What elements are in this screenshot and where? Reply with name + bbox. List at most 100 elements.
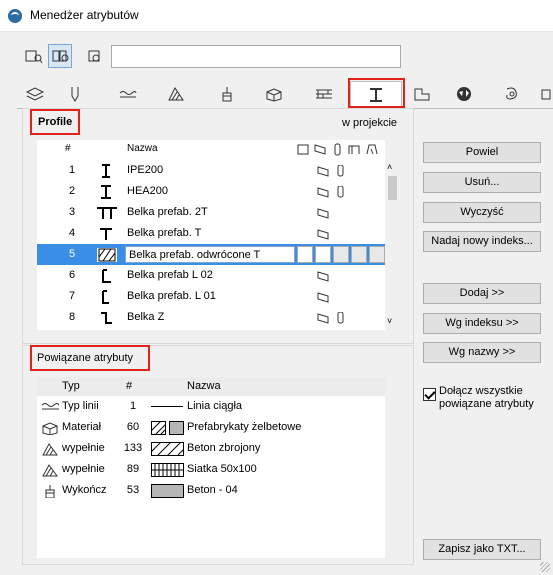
material-block-icon	[266, 88, 282, 102]
col-num: #	[126, 380, 133, 392]
view-mode-right-icon[interactable]	[80, 44, 104, 68]
pen-icon	[71, 87, 79, 102]
tab-line-types[interactable]	[110, 81, 146, 109]
view-mode-both-icon[interactable]	[48, 44, 72, 68]
tab-more[interactable]	[538, 81, 553, 109]
flag-icon	[317, 313, 329, 324]
related-attributes-table: Typ # Nazwa Typ linii 1 Linia ciągła Mat…	[37, 377, 385, 558]
table-row[interactable]: 1 IPE200	[37, 160, 385, 181]
col-num: #	[65, 143, 71, 154]
flag-icon	[317, 166, 329, 177]
flag-cell[interactable]	[351, 246, 367, 263]
flag-icon	[317, 229, 329, 240]
include-all-label: Dołącz wszystkie powiązane atrybuty	[439, 385, 534, 410]
attribute-tab-strip	[17, 81, 553, 109]
fill-icon	[42, 464, 58, 477]
table-row[interactable]: Materiał 60 Prefabrykaty żelbetowe	[37, 417, 385, 438]
z-profile-icon	[101, 312, 112, 324]
col-name: Nazwa	[187, 380, 221, 392]
mep-icon	[506, 87, 517, 100]
table-row[interactable]: 4 Belka prefab. T	[37, 223, 385, 244]
rename-field[interactable]: Belka prefab. odwrócone T	[125, 246, 295, 263]
resize-grip[interactable]	[540, 562, 550, 572]
diagonal-hatch-swatch	[151, 442, 184, 456]
globe-icon	[457, 87, 471, 101]
tab-building-materials[interactable]	[256, 81, 292, 109]
delete-button[interactable]: Usuń...	[423, 172, 541, 193]
table-row[interactable]: 7 Belka prefab. L 01	[37, 286, 385, 307]
double-t-profile-icon	[97, 207, 117, 219]
table-row[interactable]: 2 HEA200	[37, 181, 385, 202]
table-row[interactable]: wypełnie 133 Beton zbrojony	[37, 438, 385, 459]
by-index-button[interactable]: Wg indeksu >>	[423, 313, 541, 334]
related-header: Typ # Nazwa	[37, 377, 385, 396]
flag-cell[interactable]	[333, 246, 349, 263]
flag-icon	[337, 186, 344, 198]
reindex-button[interactable]: Nadaj nowy indeks...	[423, 231, 541, 252]
scroll-up-icon[interactable]: ˄	[387, 162, 392, 172]
tab-highlight-box	[348, 78, 405, 108]
search-input[interactable]	[111, 45, 401, 68]
tab-mep[interactable]	[494, 81, 530, 109]
table-row-selected[interactable]: 5 Belka prefab. odwrócone T	[37, 244, 385, 265]
table-row[interactable]: 3 Belka prefab. 2T	[37, 202, 385, 223]
table-row[interactable]: 8 Belka Z	[37, 307, 385, 328]
col-name: Nazwa	[127, 143, 158, 154]
h-beam-profile-icon	[101, 185, 111, 199]
fill-icon	[42, 443, 58, 456]
tab-layers[interactable]	[17, 81, 53, 109]
duplicate-button[interactable]: Powiel	[423, 142, 541, 163]
l-profile-icon	[102, 290, 109, 304]
grid-hatch-swatch	[151, 463, 184, 477]
t-profile-icon	[100, 228, 112, 240]
flag-column-icons	[297, 143, 378, 156]
profiles-table: # Nazwa 1 IPE200 2 HEA200 3 Belka prefab…	[37, 140, 385, 330]
profiles-scroll-thumb[interactable]	[388, 176, 397, 200]
table-row[interactable]: 6 Belka prefab L 02	[37, 265, 385, 286]
zone-icon	[414, 88, 430, 101]
flag-icon	[317, 271, 329, 282]
tab-markup[interactable]	[446, 81, 482, 109]
window-title: Menedżer atrybutów	[30, 8, 139, 22]
flag-icon	[317, 187, 329, 198]
related-title: Powiązane atrybuty	[37, 352, 133, 364]
brush-icon	[222, 87, 232, 102]
scroll-down-icon[interactable]: ˅	[387, 316, 392, 326]
flag-icon	[317, 208, 329, 219]
line-type-icon	[119, 91, 137, 98]
i-beam-profile-icon	[102, 164, 110, 178]
tab-fills[interactable]	[158, 81, 194, 109]
solid-line-swatch	[151, 406, 183, 407]
table-row[interactable]: Typ linii 1 Linia ciągła	[37, 396, 385, 417]
col-type: Typ	[62, 380, 80, 392]
layers-icon	[25, 87, 45, 101]
clear-button[interactable]: Wyczyść	[423, 202, 541, 223]
hatch-swatch	[151, 421, 166, 435]
flag-icon	[337, 165, 344, 177]
flag-icon	[337, 312, 344, 324]
fill-icon	[168, 87, 184, 101]
view-mode-left-icon[interactable]	[21, 44, 45, 68]
flag-cell[interactable]	[369, 246, 385, 263]
flag-cell[interactable]	[315, 246, 331, 263]
save-txt-button[interactable]: Zapisz jako TXT...	[423, 539, 541, 560]
hatched-profile-icon	[97, 248, 117, 262]
app-logo-icon	[8, 9, 22, 23]
tab-composites[interactable]	[306, 81, 342, 109]
title-bar: Menedżer atrybutów	[0, 0, 553, 32]
material-block-icon	[42, 422, 58, 435]
line-type-icon	[41, 403, 59, 410]
add-button[interactable]: Dodaj >>	[423, 283, 541, 304]
table-row[interactable]: Wykończ 53 Beton - 04	[37, 480, 385, 501]
flag-cell[interactable]	[297, 246, 313, 263]
tab-pens[interactable]	[57, 81, 93, 109]
gray-swatch	[151, 484, 184, 498]
include-all-checkbox[interactable]	[423, 388, 436, 401]
tab-zones[interactable]	[404, 81, 440, 109]
brush-icon	[45, 485, 55, 498]
table-row[interactable]: wypełnie 89 Siatka 50x100	[37, 459, 385, 480]
l-profile-icon	[102, 269, 111, 283]
by-name-button[interactable]: Wg nazwy >>	[423, 342, 541, 363]
tab-surfaces[interactable]	[209, 81, 245, 109]
composite-icon	[316, 89, 332, 99]
